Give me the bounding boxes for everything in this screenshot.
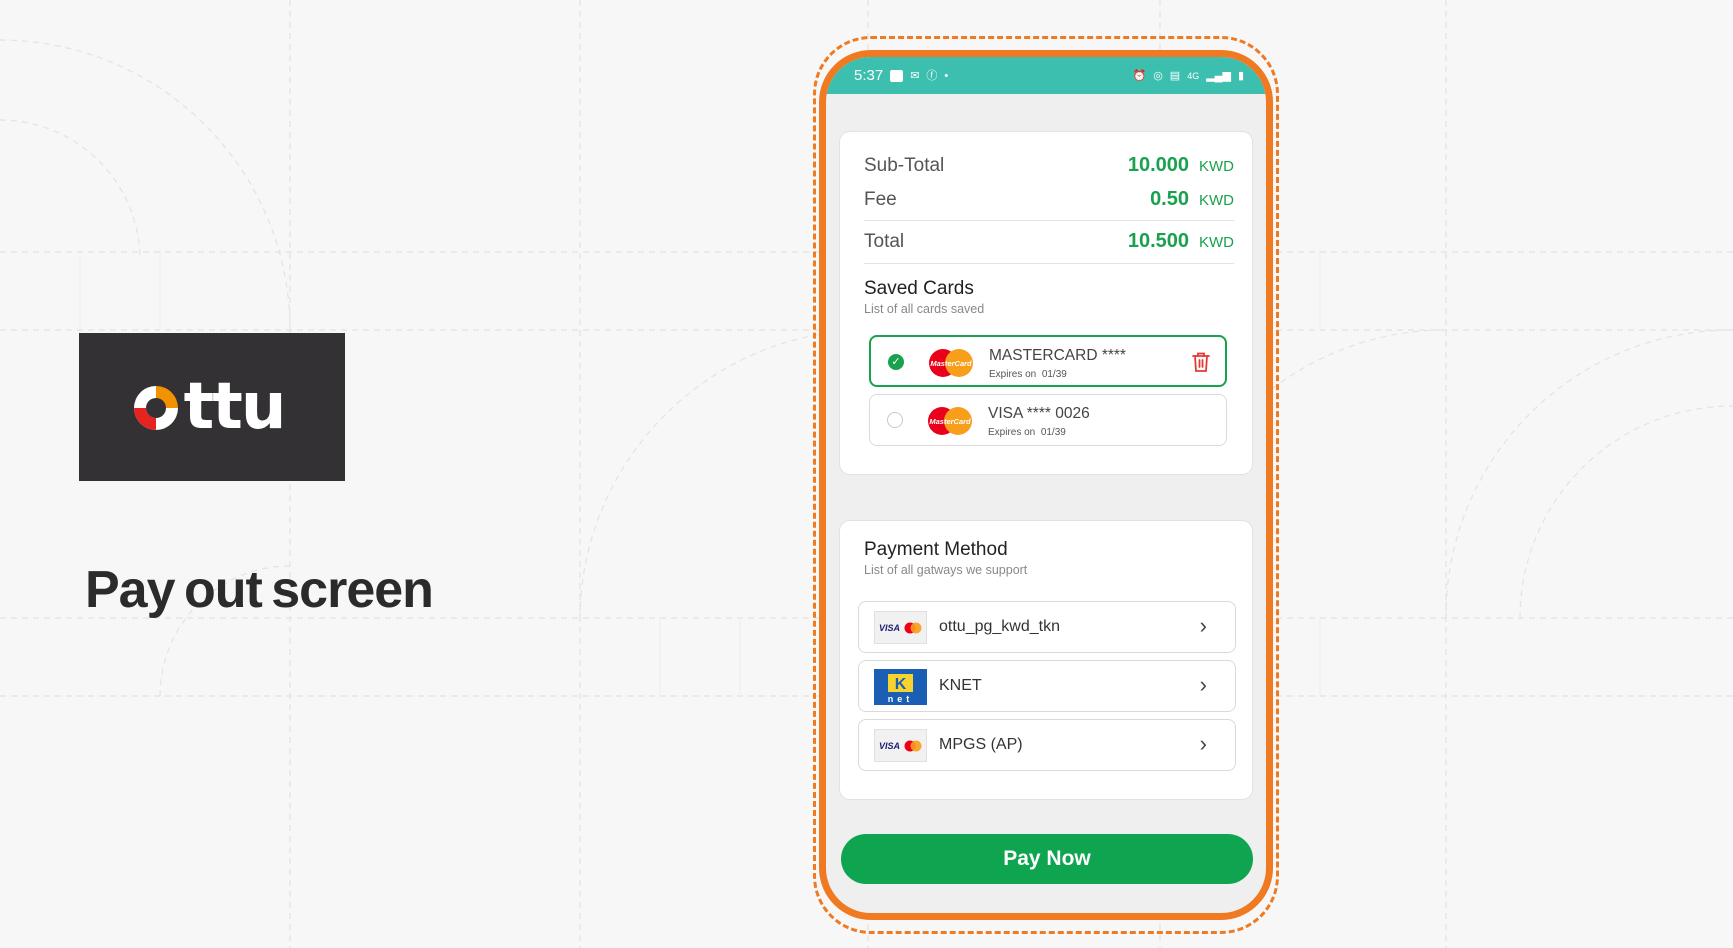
delete-trash-icon[interactable] bbox=[1191, 351, 1211, 373]
logo-text: ttu bbox=[183, 370, 287, 444]
alarm-icon: ⏰ bbox=[1132, 69, 1147, 82]
card-expiry: Expires on 01/39 bbox=[988, 427, 1066, 438]
subtotal-row: Sub-Total 10.000 KWD bbox=[864, 154, 1234, 177]
volte-icon: ▤ bbox=[1169, 69, 1181, 82]
svg-text:K: K bbox=[895, 676, 907, 693]
mastercard-mini-icon bbox=[904, 622, 922, 633]
mastercard-mini-icon bbox=[904, 740, 922, 751]
payment-method-knet[interactable]: K net KNET › bbox=[858, 660, 1236, 712]
card-expiry: Expires on 01/39 bbox=[989, 369, 1067, 380]
expiry-date: 01/39 bbox=[1041, 369, 1067, 380]
total-row: Total 10.500 KWD bbox=[864, 230, 1234, 253]
radio-selected-icon[interactable]: ✓ bbox=[888, 354, 904, 370]
method-name: MPGS (AP) bbox=[939, 736, 1023, 753]
summary-divider bbox=[864, 220, 1234, 221]
dot-icon: • bbox=[944, 69, 949, 82]
knet-logo-text: net bbox=[888, 694, 914, 704]
visa-mastercard-logo-icon: VISA bbox=[874, 611, 927, 644]
total-currency: KWD bbox=[1199, 234, 1234, 251]
photos-icon bbox=[890, 69, 904, 82]
chevron-right-icon: › bbox=[1199, 613, 1207, 638]
saved-card-visa[interactable]: MasterCard VISA **** 0026 Expires on 01/… bbox=[869, 394, 1227, 446]
total-amount: 10.500 bbox=[1127, 230, 1189, 252]
mastercard-logo-text: MasterCard bbox=[929, 417, 971, 426]
visa-logo-text: VISA bbox=[878, 740, 900, 751]
status-bar: 5:37 ✉ ⓕ • ⏰ ◎ ▤ 4G ▂▄▆ ▮ bbox=[826, 57, 1266, 94]
payment-method-title: Payment Method bbox=[864, 539, 1008, 560]
fee-label: Fee bbox=[864, 189, 897, 210]
subtotal-currency: KWD bbox=[1199, 158, 1234, 175]
subtotal-label: Sub-Total bbox=[864, 155, 945, 176]
page-heading: Pay out screen bbox=[85, 561, 434, 619]
expiry-date: 01/39 bbox=[1040, 427, 1066, 438]
signal-icon: ▂▄▆ bbox=[1206, 69, 1231, 82]
saved-cards-subtitle: List of all cards saved bbox=[864, 302, 985, 316]
fee-amount: 0.50 bbox=[1150, 188, 1189, 210]
mail-icon: ✉ bbox=[910, 69, 920, 82]
status-left: 5:37 ✉ ⓕ • bbox=[854, 67, 948, 84]
method-name: KNET bbox=[939, 677, 982, 694]
payment-method-ottu-pg[interactable]: VISA ottu_pg_kwd_tkn › bbox=[858, 601, 1236, 653]
hotspot-icon: ◎ bbox=[1153, 69, 1163, 82]
ottu-o-mark-icon bbox=[133, 386, 178, 430]
status-time: 5:37 bbox=[854, 67, 884, 84]
chevron-right-icon: › bbox=[1199, 731, 1207, 756]
summary-panel: Sub-Total 10.000 KWD Fee 0.50 KWD Total 10… bbox=[840, 132, 1252, 474]
pay-now-button[interactable]: Pay Now bbox=[841, 834, 1253, 884]
battery-icon: ▮ bbox=[1237, 69, 1244, 82]
total-label: Total bbox=[864, 231, 905, 252]
mastercard-logo-text: MasterCard bbox=[930, 359, 972, 368]
knet-logo-icon: K net bbox=[874, 669, 927, 705]
visa-logo-text: VISA bbox=[878, 622, 900, 633]
visa-mastercard-logo-icon: VISA bbox=[874, 729, 927, 762]
card-name: MASTERCARD **** bbox=[989, 347, 1126, 364]
facebook-icon: ⓕ bbox=[926, 69, 938, 82]
fee-row: Fee 0.50 KWD bbox=[864, 188, 1234, 211]
mastercard-logo-icon: MasterCard bbox=[928, 407, 972, 435]
ottu-logo: ttu bbox=[79, 333, 345, 481]
fee-currency: KWD bbox=[1199, 192, 1234, 209]
payment-method-subtitle: List of all gatways we support bbox=[864, 563, 1028, 577]
saved-cards-title: Saved Cards bbox=[864, 278, 974, 299]
saved-card-mastercard[interactable]: ✓ MasterCard MASTERCARD **** Expires on … bbox=[869, 335, 1227, 387]
total-divider bbox=[864, 263, 1234, 264]
subtotal-amount: 10.000 bbox=[1127, 154, 1189, 176]
radio-unselected-icon[interactable] bbox=[887, 412, 903, 428]
network-type: 4G bbox=[1187, 70, 1200, 81]
expiry-label: Expires on bbox=[989, 369, 1037, 380]
phone-screen: 5:37 ✉ ⓕ • ⏰ ◎ ▤ 4G ▂▄▆ ▮ Sub-Total 10.0… bbox=[819, 50, 1273, 920]
logo-wordmark: ttu bbox=[130, 370, 287, 444]
method-name: ottu_pg_kwd_tkn bbox=[939, 618, 1060, 635]
card-name: VISA **** 0026 bbox=[988, 405, 1090, 422]
expiry-label: Expires on bbox=[988, 427, 1036, 438]
payment-method-mpgs[interactable]: VISA MPGS (AP) › bbox=[858, 719, 1236, 771]
status-right: ⏰ ◎ ▤ 4G ▂▄▆ ▮ bbox=[1132, 70, 1244, 82]
payment-method-panel: Payment Method List of all gatways we su… bbox=[840, 521, 1252, 799]
mastercard-logo-icon: MasterCard bbox=[929, 349, 973, 377]
chevron-right-icon: › bbox=[1199, 672, 1207, 697]
